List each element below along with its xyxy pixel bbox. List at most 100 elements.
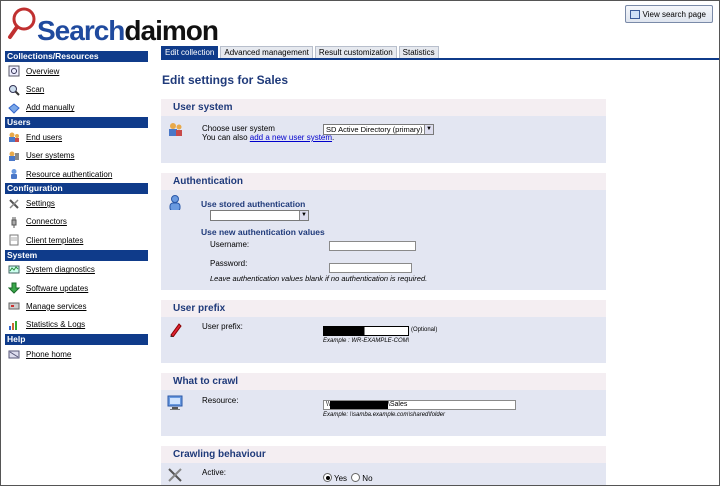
sidebar-item-label: Statistics & Logs <box>26 320 86 330</box>
sidebar-item-label: Client templates <box>26 235 84 245</box>
sidebar-item-settings[interactable]: Settings <box>5 194 148 212</box>
no-label: No <box>362 474 373 483</box>
tab-edit-collection[interactable]: Edit collection <box>161 46 219 58</box>
sidebar-item-label: Software updates <box>26 283 89 293</box>
optional-label: (Optional) <box>411 327 438 333</box>
active-label: Active: <box>202 468 227 477</box>
searchdaimon-logo[interactable]: Searchdaimon <box>7 5 237 47</box>
phone-home-icon <box>7 348 20 361</box>
resource-label: Resource: <box>202 396 239 405</box>
logo-text-right: daimon <box>124 15 219 46</box>
app-window: Searchdaimon View search page Collection… <box>0 0 720 486</box>
password-input[interactable] <box>329 263 412 273</box>
user-system-icon <box>169 123 182 136</box>
chevron-down-icon: ▼ <box>424 125 433 134</box>
sidebar-item-label: Add manually <box>26 103 75 113</box>
template-icon <box>7 234 20 247</box>
sidebar-item-label: Phone home <box>26 349 72 359</box>
sidebar-item-label: End users <box>26 132 63 142</box>
tab-statistics[interactable]: Statistics <box>398 46 439 58</box>
sidebar-item-system-diagnostics[interactable]: System diagnostics <box>5 261 148 279</box>
person-icon <box>169 195 181 210</box>
sidebar-item-overview[interactable]: Overview <box>5 62 148 80</box>
sidebar-item-software-updates[interactable]: Software updates <box>5 279 148 297</box>
add-user-system-text: You can also add a new user system. <box>202 133 334 142</box>
username-input[interactable] <box>329 241 416 251</box>
user-prefix-example: Example : WR-EXAMPLE-COM\ <box>323 338 410 344</box>
also-text: You can also <box>202 133 248 142</box>
resource-input[interactable]: \\ \Sales <box>323 400 516 410</box>
plug-icon <box>7 215 20 228</box>
sidebar-header-users: Users <box>5 117 148 129</box>
section-authentication: Authentication Use stored authentication… <box>161 173 606 290</box>
services-icon <box>7 300 20 313</box>
magnifier-icon <box>7 83 20 96</box>
sidebar-item-statistics-logs[interactable]: Statistics & Logs <box>5 316 148 334</box>
section-heading: User prefix <box>161 300 606 317</box>
sidebar-item-user-systems[interactable]: User systems <box>5 147 148 165</box>
sidebar-item-client-templates[interactable]: Client templates <box>5 231 148 249</box>
chevron-down-icon: ▼ <box>299 211 308 220</box>
view-search-label: View search page <box>642 9 706 19</box>
add-user-system-link[interactable]: add a new user system <box>250 133 332 142</box>
sidebar-item-label: System diagnostics <box>26 265 95 275</box>
section-heading: Crawling behaviour <box>161 446 606 463</box>
sidebar-header-system: System <box>5 249 148 261</box>
user-prefix-label: User prefix: <box>202 322 243 331</box>
sidebar-item-connectors[interactable]: Connectors <box>5 213 148 231</box>
sidebar-item-phone-home[interactable]: Phone home <box>5 345 148 363</box>
wrench-icon <box>7 197 20 210</box>
tab-result-customization[interactable]: Result customization <box>314 46 397 58</box>
radio-selected-icon <box>323 473 332 482</box>
window-icon <box>629 9 640 19</box>
stored-authentication-select[interactable]: ▼ <box>210 210 309 221</box>
download-arrow-icon <box>7 282 20 295</box>
logo-text-left: Search <box>37 15 125 46</box>
authentication-note: Leave authentication values blank if no … <box>210 274 428 283</box>
radio-empty-icon <box>351 473 361 482</box>
sidebar-item-label: Manage services <box>26 301 87 311</box>
use-stored-authentication-label: Use stored authentication <box>201 199 306 209</box>
resource-example: Example: \\samba.example.com\shared\fold… <box>323 412 446 418</box>
active-no-radio[interactable]: No <box>351 473 373 483</box>
sidebar-header-help: Help <box>5 334 148 346</box>
sidebar-item-end-users[interactable]: End users <box>5 128 148 146</box>
use-new-authentication-label: Use new authentication values <box>201 227 325 237</box>
sidebar-item-label: Overview <box>26 66 60 76</box>
pencil-icon <box>170 323 182 337</box>
user-systems-icon <box>7 149 20 162</box>
username-label: Username: <box>210 240 250 249</box>
redacted-host <box>329 401 388 409</box>
sidebar-item-manage-services[interactable]: Manage services <box>5 297 148 315</box>
view-search-page-button[interactable]: View search page <box>624 5 713 23</box>
active-radio-group: Yes No <box>323 473 373 483</box>
yes-label: Yes <box>334 474 348 483</box>
sidebar: Collections/Resources Overview Scan Add … <box>5 51 148 363</box>
overview-icon <box>7 65 20 78</box>
tab-bar: Edit collection Advanced management Resu… <box>161 46 719 60</box>
tools-icon <box>168 468 182 482</box>
user-system-selected-value: SD Active Directory (primary) <box>326 125 423 134</box>
sidebar-item-label: Settings <box>26 199 55 209</box>
page-title: Edit settings for Sales <box>162 73 289 87</box>
person-icon <box>7 168 20 181</box>
sidebar-item-label: Scan <box>26 85 45 95</box>
sidebar-item-add-manually[interactable]: Add manually <box>5 99 148 117</box>
sidebar-header-collections: Collections/Resources <box>5 51 148 62</box>
section-user-system: User system Choose user system SD Active… <box>161 99 606 163</box>
user-system-select[interactable]: SD Active Directory (primary) ▼ <box>323 124 434 135</box>
diagnostics-icon <box>7 263 20 276</box>
password-label: Password: <box>210 259 248 268</box>
user-prefix-input[interactable] <box>323 326 409 336</box>
choose-user-system-label: Choose user system <box>202 124 275 133</box>
sidebar-item-label: Resource authentication <box>26 169 113 179</box>
logo-wordmark: Searchdaimon <box>37 15 219 47</box>
sidebar-item-scan[interactable]: Scan <box>5 80 148 98</box>
active-yes-radio[interactable]: Yes <box>323 473 348 483</box>
resource-value-suffix: \Sales <box>387 401 408 408</box>
sidebar-item-resource-authentication[interactable]: Resource authentication <box>5 165 148 183</box>
after-link-text: . <box>332 133 335 142</box>
section-heading: Authentication <box>161 173 606 190</box>
tab-advanced-management[interactable]: Advanced management <box>220 46 313 58</box>
diamond-icon <box>7 101 20 114</box>
